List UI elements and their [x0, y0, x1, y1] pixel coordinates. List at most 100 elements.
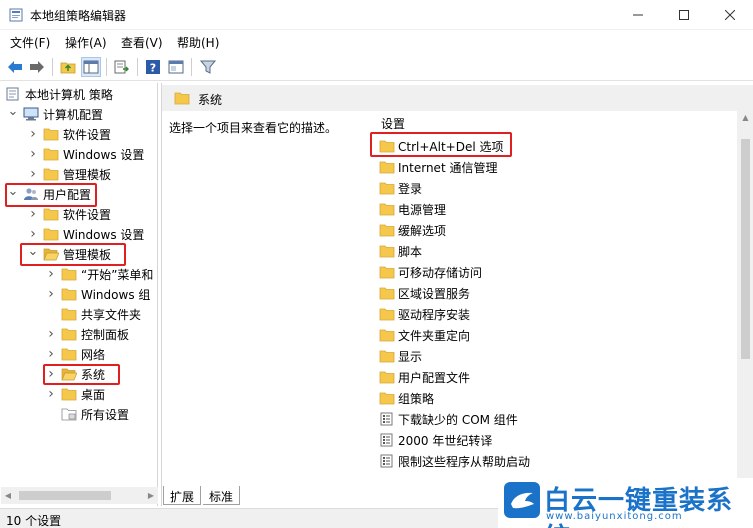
chevron-right-icon[interactable]: ›: [45, 344, 57, 364]
folder-icon: [61, 328, 77, 341]
tree-item[interactable]: › Windows 设置: [27, 144, 144, 164]
tree-item-label: Windows 组: [81, 287, 151, 302]
close-button[interactable]: [707, 0, 753, 30]
filter-icon: [200, 60, 216, 74]
chevron-right-icon[interactable]: ›: [27, 204, 39, 224]
forward-button[interactable]: [27, 57, 47, 77]
show-hide-tree-button[interactable]: [81, 57, 101, 77]
tree-item[interactable]: › 网络: [45, 344, 105, 364]
menu-view[interactable]: 查看(V): [121, 34, 163, 51]
tree-item[interactable]: › 系统: [45, 364, 105, 384]
export-list-button[interactable]: [112, 57, 132, 77]
menu-help[interactable]: 帮助(H): [177, 34, 219, 51]
list-item[interactable]: 显示: [379, 346, 422, 366]
list-item[interactable]: 电源管理: [379, 199, 446, 219]
list-item[interactable]: 组策略: [379, 388, 434, 408]
tree-item[interactable]: › Windows 设置: [27, 224, 144, 244]
tree-scroll-thumb[interactable]: [19, 491, 111, 500]
tree-item[interactable]: › 桌面: [45, 384, 105, 404]
tree-item[interactable]: › 控制面板: [45, 324, 129, 344]
list-item[interactable]: Ctrl+Alt+Del 选项: [379, 136, 503, 156]
list-item[interactable]: Internet 通信管理: [379, 157, 497, 177]
help-icon: ?: [146, 60, 160, 75]
tree-item[interactable]: ⌄ 用户配置: [7, 184, 91, 204]
tab-extended[interactable]: 扩展: [163, 486, 202, 505]
list-item-label: 可移动存储访问: [398, 265, 483, 280]
list-item[interactable]: 用户配置文件: [379, 367, 470, 387]
tree-item[interactable]: 本地计算机 策略: [5, 84, 113, 104]
properties-button[interactable]: [166, 57, 186, 77]
chevron-right-icon[interactable]: ›: [27, 164, 39, 184]
tab-standard[interactable]: 标准: [203, 486, 241, 505]
chevron-down-icon[interactable]: ⌄: [7, 181, 19, 201]
tree-item[interactable]: 共享文件夹: [45, 304, 141, 324]
tree-item[interactable]: ⌄ 管理模板: [27, 244, 111, 264]
chevron-right-icon[interactable]: ›: [27, 144, 39, 164]
list-item[interactable]: 可移动存储访问: [379, 262, 482, 282]
list-item[interactable]: 驱动程序安装: [379, 304, 470, 324]
chevron-right-icon[interactable]: ›: [45, 364, 57, 384]
folder-icon: [379, 329, 395, 342]
details-scroll-thumb[interactable]: [741, 139, 750, 359]
maximize-button[interactable]: [661, 0, 707, 30]
chevron-right-icon[interactable]: ›: [45, 284, 57, 304]
list-item[interactable]: 缓解选项: [379, 220, 446, 240]
tree-item-label: 共享文件夹: [81, 307, 142, 322]
tree-item-label: 计算机配置: [43, 107, 104, 122]
tree-item[interactable]: 所有设置: [45, 404, 129, 424]
tree-arrow-spacer: [45, 304, 57, 324]
tree-item-label: 管理模板: [63, 247, 112, 262]
tree-item[interactable]: › 软件设置: [27, 204, 111, 224]
tree-item[interactable]: › Windows 组: [45, 284, 150, 304]
details-vertical-scrollbar[interactable]: ▲ ▼: [737, 109, 753, 493]
tree-item[interactable]: › 软件设置: [27, 124, 111, 144]
list-item[interactable]: 登录: [379, 178, 422, 198]
scroll-right-arrow-icon[interactable]: ▶: [144, 487, 158, 504]
list-item-label: 显示: [398, 349, 423, 364]
folder-icon: [43, 228, 59, 241]
tree-item[interactable]: ⌄ 计算机配置: [7, 104, 103, 124]
filter-button[interactable]: [198, 57, 218, 77]
help-button[interactable]: ?: [143, 57, 163, 77]
up-one-level-button[interactable]: [58, 57, 78, 77]
column-header-setting[interactable]: 设置: [381, 115, 405, 132]
chevron-right-icon[interactable]: ›: [45, 384, 57, 404]
chevron-right-icon[interactable]: ›: [45, 324, 57, 344]
scroll-left-arrow-icon[interactable]: ◀: [1, 487, 15, 504]
folder-icon: [61, 268, 77, 281]
tree-item[interactable]: › 管理模板: [27, 164, 111, 184]
folder-icon: [379, 203, 395, 216]
folder-icon: [379, 182, 395, 195]
svg-text:?: ?: [150, 62, 156, 75]
list-item[interactable]: 2000 年世纪转译: [379, 430, 492, 450]
chevron-right-icon[interactable]: ›: [45, 264, 57, 284]
close-icon: [725, 10, 735, 20]
computer-icon: [23, 107, 39, 121]
menu-action[interactable]: 操作(A): [65, 34, 107, 51]
folder-icon: [379, 266, 395, 279]
minimize-button[interactable]: [615, 0, 661, 30]
folder-icon: [379, 161, 395, 174]
list-item[interactable]: 区域设置服务: [379, 283, 470, 303]
chevron-down-icon[interactable]: ⌄: [27, 241, 39, 261]
folder-icon: [379, 392, 395, 405]
back-button[interactable]: [5, 57, 25, 77]
list-item[interactable]: 脚本: [379, 241, 422, 261]
details-header-title: 系统: [198, 93, 223, 107]
chevron-right-icon[interactable]: ›: [27, 124, 39, 144]
menu-file[interactable]: 文件(F): [10, 34, 50, 51]
tree-item-label: 管理模板: [63, 167, 112, 182]
folder-icon: [379, 308, 395, 321]
list-item[interactable]: 下载缺少的 COM 组件: [379, 409, 518, 429]
tree-item[interactable]: › “开始”菜单和: [45, 264, 153, 284]
chevron-down-icon[interactable]: ⌄: [7, 101, 19, 121]
list-item[interactable]: 限制这些程序从帮助启动: [379, 451, 530, 471]
list-item[interactable]: 文件夹重定向: [379, 325, 470, 345]
properties-icon: [168, 60, 184, 74]
scroll-up-arrow-icon[interactable]: ▲: [737, 109, 753, 125]
export-list-icon: [114, 60, 129, 74]
folder-icon: [379, 140, 395, 153]
tree-item-label: 软件设置: [63, 127, 112, 142]
maximize-icon: [679, 10, 689, 20]
tree-horizontal-scrollbar[interactable]: ◀ ▶: [1, 487, 158, 504]
